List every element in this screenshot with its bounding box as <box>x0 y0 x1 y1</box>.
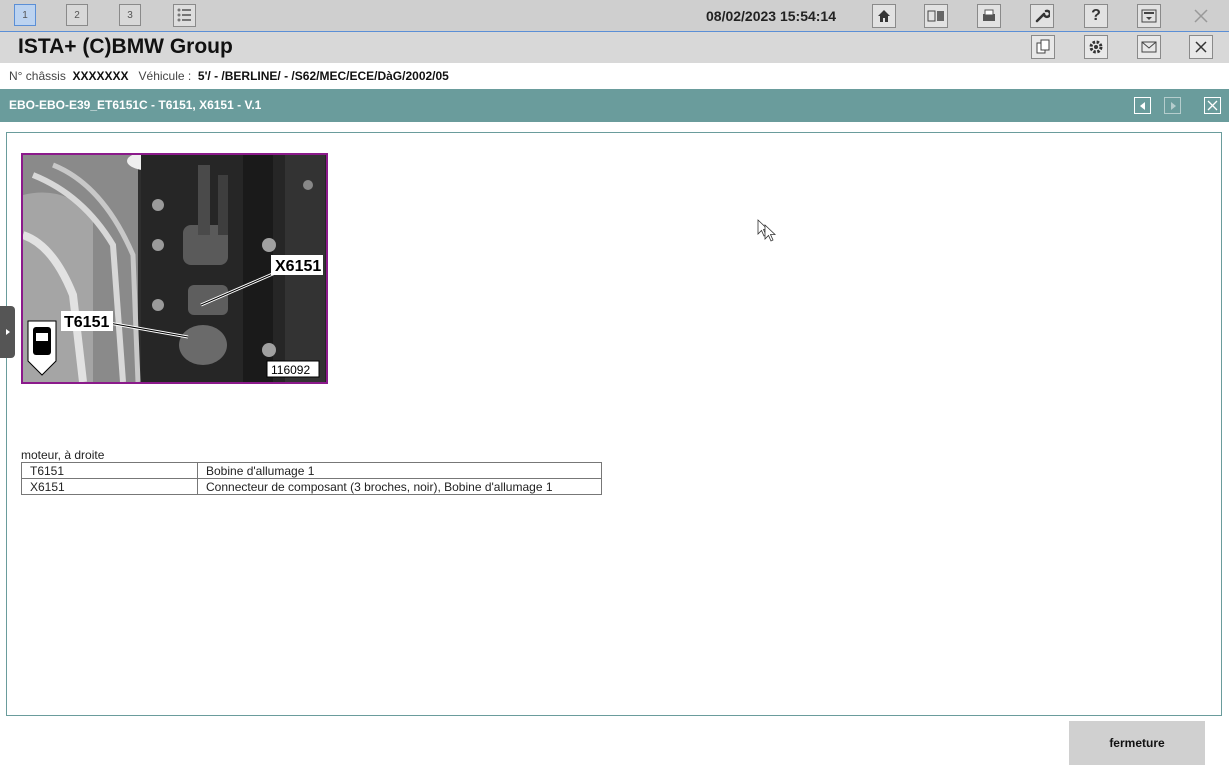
close-button[interactable]: fermeture <box>1069 721 1205 765</box>
document-header: EBO-EBO-E39_ET6151C - T6151, X6151 - V.1 <box>0 89 1229 122</box>
title-bar: ISTA+ (C)BMW Group <box>0 32 1229 63</box>
home-icon[interactable] <box>872 4 896 28</box>
vehicle-label: Véhicule : <box>138 69 192 83</box>
wrench-icon[interactable] <box>1030 4 1054 28</box>
mail-icon[interactable] <box>1137 35 1161 59</box>
side-panel-handle[interactable] <box>0 306 15 358</box>
part-code: X6151 <box>21 478 198 495</box>
settings-gear-icon[interactable] <box>1084 35 1108 59</box>
document-title: EBO-EBO-E39_ET6151C - T6151, X6151 - V.1 <box>9 98 262 112</box>
print-icon[interactable] <box>977 4 1001 28</box>
next-arrow-icon[interactable] <box>1164 97 1181 114</box>
list-icon[interactable] <box>173 4 196 27</box>
tab-1[interactable]: 1 <box>14 4 36 26</box>
help-icon[interactable]: ? <box>1084 4 1108 28</box>
documents-icon[interactable] <box>1031 35 1055 59</box>
figure-image-number: 116092 <box>271 363 310 377</box>
table-row: T6151 Bobine d'allumage 1 <box>21 462 602 479</box>
part-code: T6151 <box>21 462 198 479</box>
app-title: ISTA+ (C)BMW Group <box>18 35 233 58</box>
chassis-value: XXXXXXX <box>72 69 129 83</box>
chassis-label: N° châssis <box>9 69 66 83</box>
close-window-icon[interactable] <box>1189 35 1213 59</box>
minimize-panel-icon[interactable] <box>1137 4 1161 28</box>
figure-label-x: X6151 <box>275 258 321 275</box>
parts-caption: moteur, à droite <box>21 448 105 462</box>
mouse-cursor-icon <box>757 219 781 250</box>
previous-arrow-icon[interactable] <box>1134 97 1151 114</box>
figure-label-t: T6151 <box>64 314 109 331</box>
table-row: X6151 Connecteur de composant (3 broches… <box>21 478 602 495</box>
tab-3[interactable]: 3 <box>119 4 141 26</box>
vehicle-info-bar: N° châssis XXXXXXX Véhicule : 5'/ - /BER… <box>0 66 1229 86</box>
part-description: Connecteur de composant (3 broches, noir… <box>197 478 602 495</box>
tab-2[interactable]: 2 <box>66 4 88 26</box>
close-app-icon[interactable] <box>1189 4 1213 28</box>
display-icon[interactable] <box>924 4 948 28</box>
parts-table: T6151 Bobine d'allumage 1 X6151 Connecte… <box>21 462 602 495</box>
top-toolbar: 1 2 3 08/02/2023 15:54:14 ? <box>0 0 1229 32</box>
component-location-image: X6151 T6151 116092 <box>21 153 328 384</box>
datetime: 08/02/2023 15:54:14 <box>706 8 836 24</box>
close-document-icon[interactable] <box>1204 97 1221 114</box>
part-description: Bobine d'allumage 1 <box>197 462 602 479</box>
vehicle-value: 5'/ - /BERLINE/ - /S62/MEC/ECE/DàG/2002/… <box>197 69 449 83</box>
